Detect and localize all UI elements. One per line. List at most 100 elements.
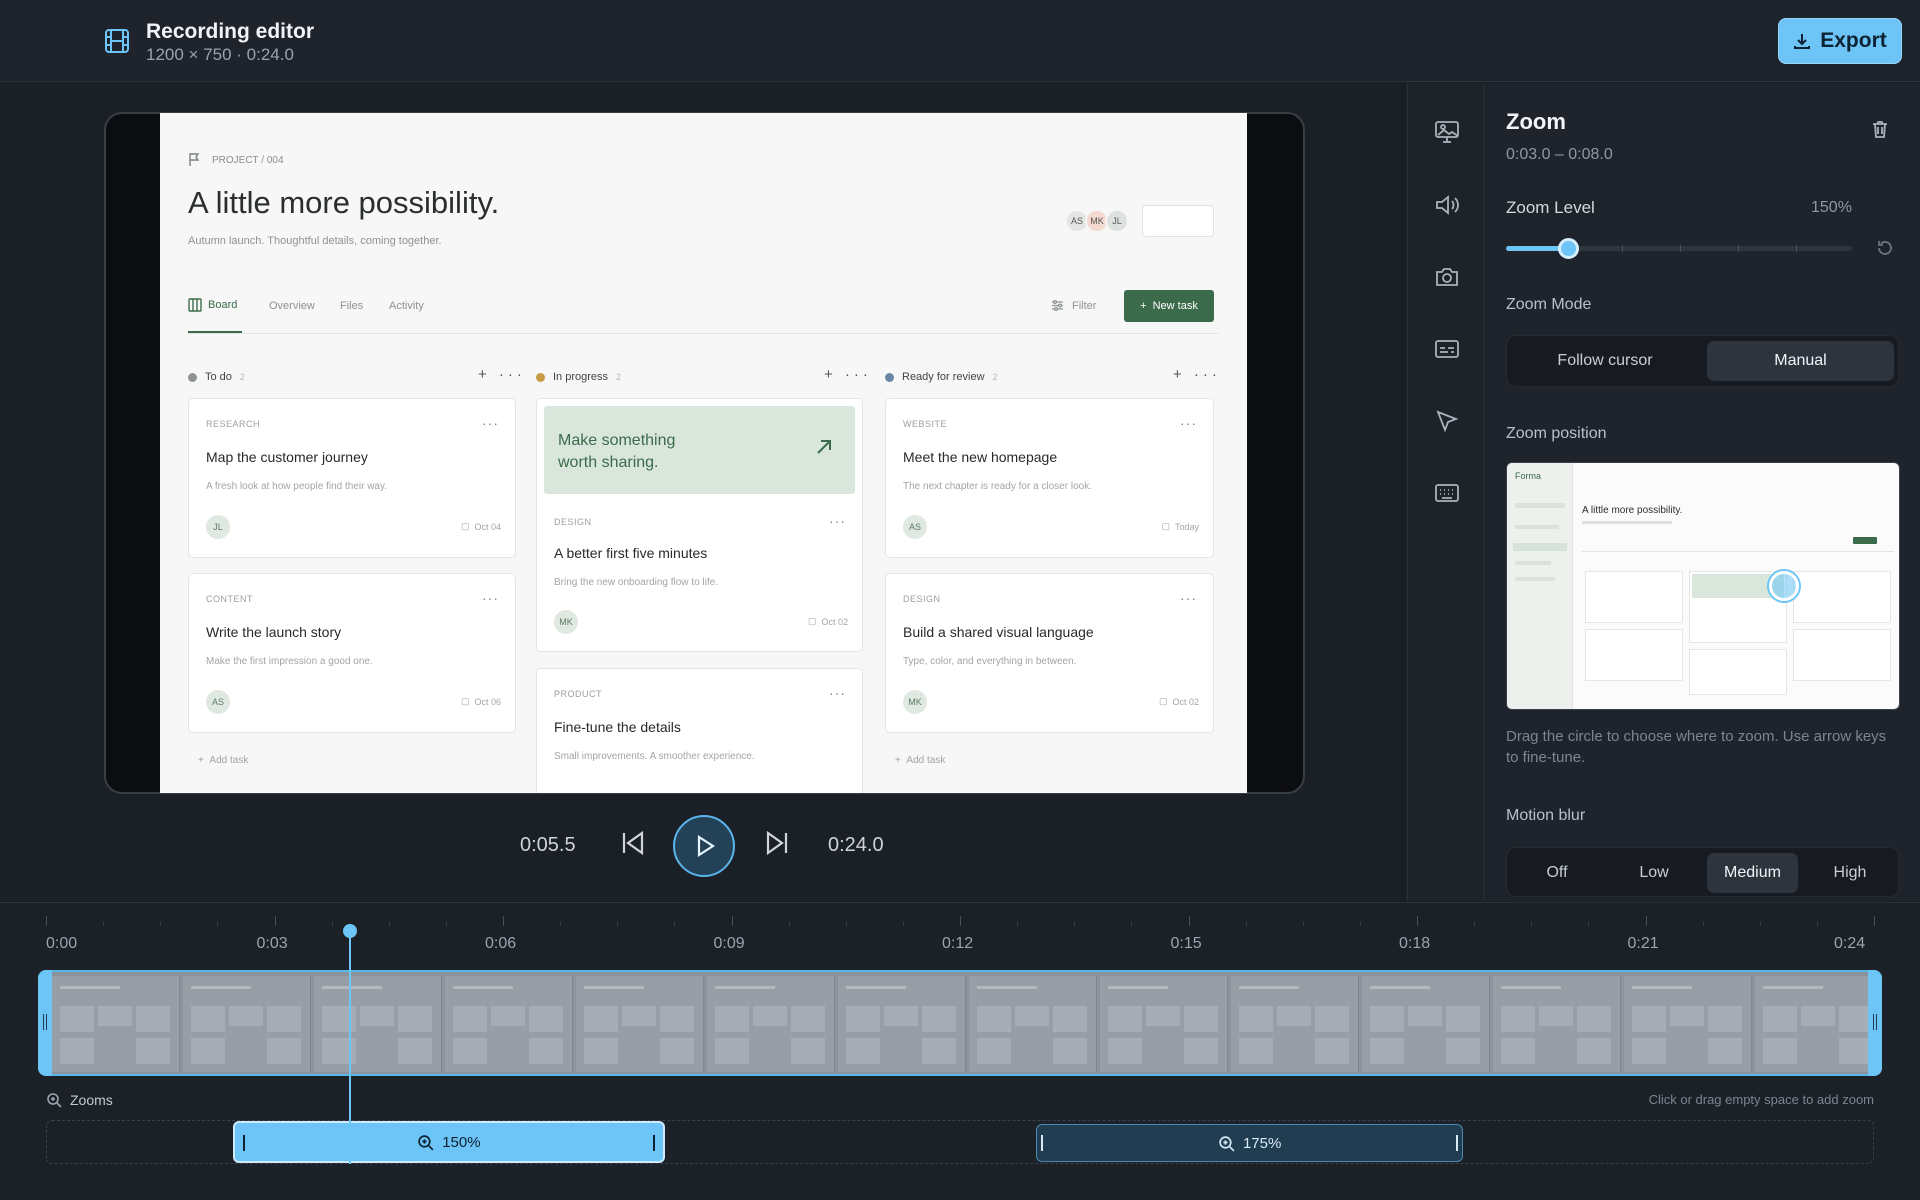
zooms-hint: Click or drag empty space to add zoom [1648, 1092, 1874, 1107]
tab-board[interactable]: Board [208, 299, 237, 311]
film-icon [104, 28, 130, 54]
editor-title: Recording editor [146, 20, 315, 43]
task-card[interactable]: DESIGN ··· Build a shared visual languag… [885, 573, 1214, 733]
board-heading: A little more possibility. [188, 185, 500, 220]
total-time: 0:24.0 [828, 834, 884, 856]
blur-off[interactable]: Off [1512, 853, 1602, 893]
task-card[interactable]: RESEARCH ··· Map the customer journey A … [188, 398, 516, 558]
trim-handle-end[interactable] [1868, 970, 1882, 1076]
zoom-level-label: Zoom Level [1506, 198, 1595, 217]
blur-low[interactable]: Low [1609, 853, 1699, 893]
add-task-button[interactable]: + Add task [895, 755, 945, 766]
ruler-minor-tick [1245, 921, 1247, 926]
play-button[interactable] [673, 815, 735, 877]
more-icon[interactable]: ··· [482, 415, 499, 431]
zoom-panel: Zoom 0:03.0 – 0:08.0 Zoom Level 150% Zoo… [1486, 83, 1920, 901]
tab-overview[interactable]: Overview [269, 300, 315, 312]
playhead-knob[interactable] [342, 924, 357, 938]
zoom-icon [46, 1092, 62, 1108]
sliders-icon [1051, 299, 1064, 312]
slider-knob[interactable] [1558, 238, 1580, 259]
play-icon [691, 833, 717, 859]
export-button[interactable]: Export [1778, 18, 1902, 64]
ruler-tick [731, 916, 733, 926]
task-card[interactable]: WEBSITE ··· Meet the new homepage The ne… [885, 398, 1214, 558]
column-actions[interactable]: + ··· [824, 366, 872, 383]
video-track[interactable] [38, 970, 1882, 1076]
background-tool-icon[interactable] [1434, 119, 1460, 145]
calendar-icon: ▢ [460, 521, 470, 531]
tabs-divider [188, 333, 1218, 334]
playhead[interactable] [342, 924, 357, 1164]
trash-icon[interactable] [1870, 119, 1890, 139]
more-icon[interactable]: ··· [1180, 590, 1197, 606]
mode-manual[interactable]: Manual [1707, 341, 1894, 381]
ruler-minor-tick [1816, 921, 1818, 926]
more-icon[interactable]: ··· [482, 590, 499, 606]
clip-handle-end[interactable] [1456, 1135, 1459, 1151]
share-button[interactable] [1142, 205, 1214, 237]
ruler-minor-tick [1074, 921, 1076, 926]
ruler-label: 0:15 [1170, 935, 1202, 952]
zoom-mode-toggle: Follow cursor Manual [1506, 335, 1899, 387]
ruler-minor-tick [617, 921, 619, 926]
ruler-minor-tick [788, 921, 790, 926]
zoom-target-circle[interactable] [1769, 571, 1799, 601]
mini-sidebar: Forma [1507, 463, 1573, 709]
ruler-tick [1645, 916, 1647, 926]
ruler-minor-tick [674, 921, 676, 926]
zoom-level-slider[interactable] [1506, 237, 1852, 259]
column-header-in-progress: In progress 2 [536, 371, 621, 383]
motion-blur-label: Motion blur [1506, 807, 1586, 824]
zoom-clip[interactable]: 175% [1036, 1124, 1464, 1162]
due-date: ▢ Oct 06 [460, 696, 501, 707]
audio-tool-icon[interactable] [1434, 192, 1460, 218]
reset-icon[interactable] [1876, 239, 1894, 257]
ruler-tick [274, 916, 276, 926]
task-card[interactable]: Make something worth sharing. DESIGN ···… [536, 398, 863, 652]
more-icon[interactable]: ··· [829, 513, 846, 529]
task-card[interactable]: PRODUCT ··· Fine-tune the details Small … [536, 668, 863, 793]
task-card[interactable]: CONTENT ··· Write the launch story Make … [188, 573, 516, 733]
filter-button[interactable]: Filter [1072, 300, 1096, 312]
tab-files[interactable]: Files [340, 300, 363, 312]
skip-forward-button[interactable] [762, 815, 792, 871]
clip-handle-end[interactable] [653, 1135, 656, 1151]
column-actions[interactable]: + ··· [478, 366, 526, 383]
export-label: Export [1820, 29, 1887, 52]
blur-medium[interactable]: Medium [1707, 853, 1798, 893]
more-icon[interactable]: ··· [829, 685, 846, 701]
tab-activity[interactable]: Activity [389, 300, 424, 312]
captions-tool-icon[interactable] [1434, 336, 1460, 362]
zoom-position-picker[interactable]: Forma A little more possibility. [1506, 462, 1900, 710]
ruler-minor-tick [902, 921, 904, 926]
clip-handle-start[interactable] [242, 1135, 245, 1151]
ruler-label: 0:12 [942, 935, 974, 952]
new-task-button[interactable]: + New task [1124, 290, 1214, 322]
ruler-tick [960, 916, 961, 926]
cursor-tool-icon[interactable] [1434, 408, 1460, 434]
calendar-icon: ▢ [807, 616, 817, 626]
keyboard-tool-icon[interactable] [1434, 480, 1460, 506]
camera-tool-icon[interactable] [1434, 264, 1460, 290]
board-tagline: Autumn launch. Thoughtful details, comin… [188, 235, 442, 247]
column-header-todo: To do 2 [188, 371, 245, 383]
video-thumbnail [1624, 976, 1752, 1072]
ruler-minor-tick [1531, 921, 1533, 926]
ruler-minor-tick [1302, 921, 1304, 926]
ruler-minor-tick [1131, 921, 1133, 926]
mode-follow-cursor[interactable]: Follow cursor [1512, 341, 1698, 381]
add-task-button[interactable]: + Add task [198, 755, 248, 766]
current-time: 0:05.5 [520, 834, 576, 856]
ruler-minor-tick [160, 921, 162, 926]
skip-back-button[interactable] [618, 815, 648, 871]
ruler-tick [1874, 916, 1875, 926]
blur-high[interactable]: High [1805, 853, 1895, 893]
zoom-clip[interactable]: 150% [232, 1121, 666, 1163]
clip-handle-start[interactable] [1041, 1135, 1044, 1151]
column-actions[interactable]: + ··· [1173, 366, 1221, 383]
more-icon[interactable]: ··· [1180, 415, 1197, 431]
ruler-tick [503, 916, 504, 926]
ruler-minor-tick [1702, 921, 1704, 926]
trim-handle-start[interactable] [38, 970, 52, 1076]
